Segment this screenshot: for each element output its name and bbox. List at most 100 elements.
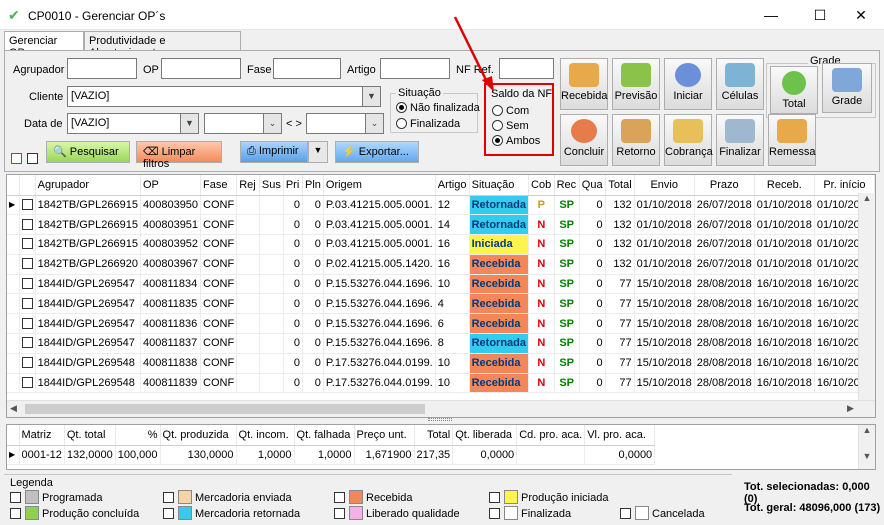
imprimir-dropdown[interactable]: ▼ (308, 141, 328, 163)
recebida-button[interactable]: Recebida (560, 58, 608, 110)
fase-input[interactable] (273, 58, 341, 79)
col-vl-pro-aca[interactable]: Vl. pro. aca. (584, 425, 656, 446)
finalizar-button[interactable]: Finalizar (716, 114, 764, 166)
row-checkbox[interactable] (21, 198, 33, 210)
row-checkbox[interactable] (21, 317, 33, 329)
col-artigo[interactable]: Artigo (435, 175, 470, 196)
row-checkbox[interactable] (21, 238, 33, 250)
col-preco-unt[interactable]: Preço unt. (354, 425, 415, 446)
col-pri[interactable]: Pri (283, 175, 303, 196)
row-checkbox[interactable] (21, 357, 33, 369)
legend-checkbox[interactable] (10, 492, 21, 503)
radio-saldo-sem[interactable]: Sem (492, 120, 529, 132)
col-qua[interactable]: Qua (579, 175, 606, 196)
scroll-down-icon[interactable]: ▼ (859, 451, 875, 461)
tab-gerenciar-ops[interactable]: Gerenciar OPs (4, 31, 84, 59)
cliente-combo[interactable]: [VAZIO] (67, 86, 363, 107)
col-pln[interactable]: Pln (302, 175, 324, 196)
col-situacao[interactable]: Situação (469, 175, 530, 196)
iniciar-button[interactable]: Iniciar (664, 58, 712, 110)
table-row[interactable]: 1844ID/GPL269547 400811835 CONF 0 0 P.15.5327… (7, 293, 875, 315)
col-sus[interactable]: Sus (259, 175, 284, 196)
row-checkbox[interactable] (21, 337, 33, 349)
col-agrupador[interactable]: Agrupador (35, 175, 141, 196)
remessa-button[interactable]: Remessa (768, 114, 816, 166)
tab-produtividade[interactable]: Produtividade e Abastecimento (84, 31, 241, 59)
row-checkbox[interactable] (21, 377, 33, 389)
col-op[interactable]: OP (140, 175, 202, 196)
close-button[interactable]: ✕ (838, 0, 884, 30)
legend-checkbox[interactable] (163, 492, 174, 503)
row-checkbox[interactable] (21, 278, 33, 290)
table-row[interactable]: 1844ID/GPL269547 400811834 CONF 0 0 P.15.5327… (7, 274, 875, 295)
col-qt-produzida[interactable]: Qt. produzida (160, 425, 237, 446)
col-qt-incom[interactable]: Qt. incom. (236, 425, 295, 446)
row-checkbox[interactable] (21, 218, 33, 230)
summary-row[interactable]: ▶ 0001-12 132,0000 100,000 130,0000 1,00… (7, 445, 656, 466)
total-button[interactable]: Total (770, 66, 818, 114)
col-rec[interactable]: Rec (554, 175, 580, 196)
col-envio[interactable]: Envio (634, 175, 695, 196)
legend-checkbox[interactable] (163, 508, 174, 519)
radio-saldo-com[interactable]: Com (492, 105, 529, 117)
summary-scrollbar[interactable]: ▲ ▼ (858, 425, 875, 469)
grid-vertical-scrollbar[interactable]: ▲ (858, 193, 875, 400)
col-percent[interactable]: % (115, 425, 161, 446)
col-cob[interactable]: Cob (528, 175, 555, 196)
col-receb[interactable]: Receb. (754, 175, 815, 196)
legend-checkbox[interactable] (489, 508, 500, 519)
grid-horizontal-scrollbar[interactable]: ◀ ▶ (7, 400, 875, 417)
scroll-left-icon[interactable]: ◀ (10, 403, 17, 414)
exportar-button[interactable]: ⚡ Exportar... (335, 141, 419, 163)
agrupador-input[interactable] (67, 58, 137, 79)
table-row[interactable]: 1842TB/GPL266915 400803952 CONF 0 0 P.03.4121… (7, 234, 875, 255)
table-row[interactable]: ▶ 1842TB/GPL266915 400803950 CONF 0 0 P.03.412… (7, 195, 875, 216)
col-origem[interactable]: Origem (323, 175, 436, 196)
col-rej[interactable]: Rej (236, 175, 260, 196)
legend-checkbox[interactable] (334, 508, 345, 519)
row-checkbox[interactable] (21, 258, 33, 270)
maximize-button[interactable]: ☐ (797, 0, 843, 30)
chevron-down-icon[interactable]: ▼ (363, 86, 381, 107)
table-row[interactable]: 1842TB/GPL266920 400803967 CONF 0 0 P.02.4121… (7, 254, 875, 275)
date-to-input[interactable] (306, 113, 366, 134)
calendar-dropdown-icon[interactable]: ⌄ (366, 113, 384, 134)
scroll-right-icon[interactable]: ▶ (847, 403, 854, 414)
concluir-button[interactable]: Concluir (560, 114, 608, 166)
col-total-sum[interactable]: Total (414, 425, 454, 446)
col-matriz[interactable]: Matriz (19, 425, 65, 446)
nf-ref-input[interactable] (499, 58, 554, 79)
splitter-handle[interactable] (428, 418, 452, 421)
scroll-up-icon[interactable]: ▲ (859, 193, 875, 203)
col-qt-falhada[interactable]: Qt. falhada (294, 425, 355, 446)
table-row[interactable]: 1844ID/GPL269548 400811839 CONF 0 0 P.17.5327… (7, 373, 875, 394)
scroll-up-icon[interactable]: ▲ (859, 425, 875, 435)
op-input[interactable] (161, 58, 241, 79)
col-qt-liberada[interactable]: Qt. liberada (452, 425, 518, 446)
radio-finalizada[interactable]: Finalizada (396, 118, 460, 130)
col-pr-inicio[interactable]: Pr. início (814, 175, 875, 196)
limpar-filtros-button[interactable]: ⌫ Limpar filtros (136, 141, 222, 170)
minimize-button[interactable]: — (748, 0, 794, 30)
calendar-dropdown-icon[interactable]: ⌄ (264, 113, 282, 134)
legend-checkbox[interactable] (489, 492, 500, 503)
row-checkbox[interactable] (21, 297, 33, 309)
col-fase[interactable]: Fase (200, 175, 238, 196)
grade-button[interactable]: Grade (822, 63, 872, 113)
col-total[interactable]: Total (605, 175, 635, 196)
legend-checkbox[interactable] (334, 492, 345, 503)
col-qt-total[interactable]: Qt. total (64, 425, 116, 446)
pesquisar-button[interactable]: 🔍 Pesquisar (46, 141, 130, 163)
table-row[interactable]: 1844ID/GPL269547 400811836 CONF 0 0 P.15.5327… (7, 313, 875, 335)
legend-checkbox[interactable] (620, 508, 631, 519)
table-row[interactable]: 1844ID/GPL269548 400811838 CONF 0 0 P.17.5327… (7, 353, 875, 374)
scrollbar-thumb[interactable] (25, 404, 425, 414)
date-from-input[interactable] (204, 113, 264, 134)
col-cd-pro-aca[interactable]: Cd. pro. aca. (516, 425, 586, 446)
legend-checkbox[interactable] (10, 508, 21, 519)
cobranca-button[interactable]: Cobrança (664, 114, 713, 166)
ops-grid[interactable]: Agrupador OP Fase Rej Sus Pri Pln Origem… (6, 174, 876, 418)
deselect-all-checkbox[interactable] (27, 153, 38, 164)
summary-grid[interactable]: Matriz Qt. total % Qt. produzida Qt. inc… (6, 424, 876, 470)
select-all-checkbox[interactable] (11, 153, 22, 164)
